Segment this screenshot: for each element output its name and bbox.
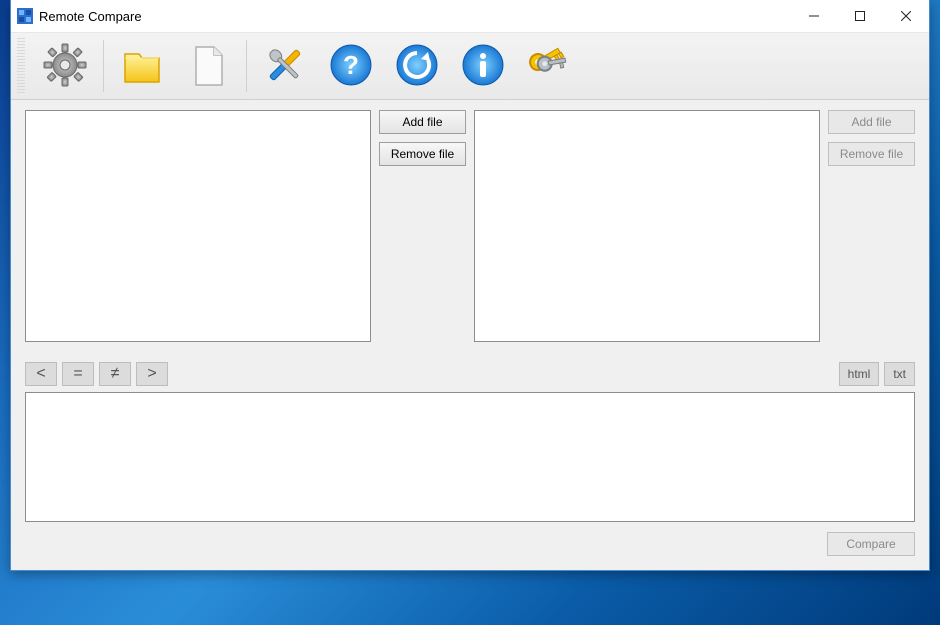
compare-button[interactable]: Compare (827, 532, 915, 556)
close-button[interactable] (883, 1, 929, 31)
toolbar: ? (11, 33, 929, 100)
content-area: Add file Remove file Add file Remove fil… (11, 100, 929, 570)
right-file-buttons: Add file Remove file (828, 110, 915, 166)
window-title: Remote Compare (39, 9, 142, 24)
settings-button[interactable] (37, 38, 93, 94)
filter-row: < = ≠ > html txt (25, 362, 915, 386)
left-add-file-button[interactable]: Add file (379, 110, 466, 134)
minimize-button[interactable] (791, 1, 837, 31)
app-window: Remote Compare (10, 0, 930, 571)
keys-button[interactable] (521, 38, 577, 94)
toolbar-separator (246, 40, 247, 92)
keys-icon (524, 40, 574, 93)
tools-button[interactable] (257, 38, 313, 94)
output-html-tab[interactable]: html (839, 362, 880, 386)
filter-not-equal-button[interactable]: ≠ (99, 362, 131, 386)
info-icon (458, 40, 508, 93)
folder-icon (117, 40, 167, 93)
right-remove-file-button[interactable]: Remove file (828, 142, 915, 166)
refresh-button[interactable] (389, 38, 445, 94)
filter-greater-than-button[interactable]: > (136, 362, 168, 386)
toolbar-grip[interactable] (17, 38, 25, 94)
left-file-list[interactable] (25, 110, 371, 342)
filter-less-than-button[interactable]: < (25, 362, 57, 386)
file-icon (183, 40, 233, 93)
new-file-button[interactable] (180, 38, 236, 94)
filter-equal-button[interactable]: = (62, 362, 94, 386)
help-button[interactable]: ? (323, 38, 379, 94)
left-file-buttons: Add file Remove file (379, 110, 466, 166)
footer-row: Compare (25, 532, 915, 556)
folder-button[interactable] (114, 38, 170, 94)
gear-icon (40, 40, 90, 93)
right-add-file-button[interactable]: Add file (828, 110, 915, 134)
svg-text:?: ? (343, 50, 359, 80)
toolbar-separator (103, 40, 104, 92)
output-panel[interactable] (25, 392, 915, 522)
app-icon (17, 8, 33, 24)
output-txt-tab[interactable]: txt (884, 362, 915, 386)
left-remove-file-button[interactable]: Remove file (379, 142, 466, 166)
tools-icon (260, 40, 310, 93)
maximize-button[interactable] (837, 1, 883, 31)
file-panels-row: Add file Remove file Add file Remove fil… (25, 110, 915, 342)
info-button[interactable] (455, 38, 511, 94)
refresh-icon (392, 40, 442, 93)
help-icon: ? (326, 40, 376, 93)
titlebar: Remote Compare (11, 0, 929, 33)
right-file-list[interactable] (474, 110, 820, 342)
